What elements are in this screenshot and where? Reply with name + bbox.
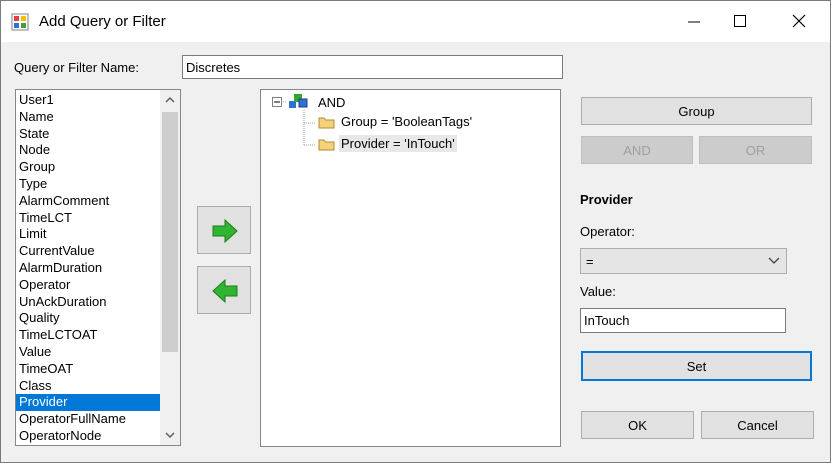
scroll-up-button[interactable]: [160, 90, 180, 110]
name-input[interactable]: [182, 55, 563, 79]
value-input[interactable]: [580, 308, 786, 333]
scroll-thumb[interactable]: [162, 112, 178, 352]
list-scrollbar[interactable]: [160, 90, 180, 445]
chevron-up-icon: [165, 96, 175, 103]
operator-label: Operator:: [580, 224, 635, 239]
or-button[interactable]: OR: [699, 136, 812, 164]
maximize-button[interactable]: [717, 1, 763, 42]
list-item[interactable]: Quality: [16, 310, 160, 327]
logic-node-icon: [289, 94, 308, 108]
close-icon: [792, 14, 806, 28]
filter-tree[interactable]: AND Group = 'BooleanTags' Provider = 'In…: [260, 89, 561, 447]
list-item[interactable]: Group: [16, 159, 160, 176]
list-item[interactable]: Class: [16, 378, 160, 395]
folder-icon: [318, 117, 335, 129]
folder-icon: [318, 139, 335, 151]
chevron-down-icon: [165, 432, 175, 439]
fields-listbox[interactable]: User1 Name State Node Group Type AlarmComment T…: [15, 89, 181, 446]
tree-node-group[interactable]: Group = 'BooleanTags': [341, 114, 472, 129]
list-item[interactable]: AlarmDuration: [16, 260, 160, 277]
list-item[interactable]: Value: [16, 344, 160, 361]
title-bar: Add Query or Filter: [1, 1, 830, 42]
operator-select[interactable]: =: [580, 248, 787, 274]
add-query-dialog: Add Query or Filter Query or Filter Name…: [0, 0, 831, 463]
list-item[interactable]: CurrentValue: [16, 243, 160, 260]
value-label: Value:: [580, 284, 616, 299]
maximize-icon: [734, 15, 746, 27]
collapse-icon[interactable]: [272, 97, 282, 107]
minimize-icon: [688, 21, 700, 23]
list-item[interactable]: User1: [16, 92, 160, 109]
group-button[interactable]: Group: [581, 97, 812, 125]
list-item[interactable]: OperatorNode: [16, 428, 160, 445]
list-item[interactable]: AlarmComment: [16, 193, 160, 210]
list-item[interactable]: Limit: [16, 226, 160, 243]
list-item[interactable]: TimeOAT: [16, 361, 160, 378]
remove-field-button[interactable]: [197, 266, 251, 314]
list-item[interactable]: Operator: [16, 277, 160, 294]
list-item[interactable]: UnAckDuration: [16, 294, 160, 311]
add-field-button[interactable]: [197, 206, 251, 254]
ok-button[interactable]: OK: [581, 411, 694, 439]
close-button[interactable]: [776, 1, 822, 42]
scroll-down-button[interactable]: [160, 425, 180, 445]
fields-list: User1 Name State Node Group Type AlarmComment T…: [16, 92, 160, 445]
minimize-button[interactable]: [671, 1, 717, 42]
arrow-right-icon: [212, 218, 238, 244]
list-item[interactable]: OperatorFullName: [16, 411, 160, 428]
list-item[interactable]: Name: [16, 109, 160, 126]
list-item[interactable]: Node: [16, 142, 160, 159]
list-item[interactable]: State: [16, 126, 160, 143]
tree-node-provider[interactable]: Provider = 'InTouch': [339, 135, 457, 152]
list-item[interactable]: TimeLCT: [16, 210, 160, 227]
tree-root-and[interactable]: AND: [318, 95, 345, 110]
condition-field-title: Provider: [580, 192, 633, 207]
cancel-button[interactable]: Cancel: [701, 411, 814, 439]
window-title: Add Query or Filter: [39, 13, 166, 30]
and-button[interactable]: AND: [581, 136, 693, 164]
list-item[interactable]: Type: [16, 176, 160, 193]
arrow-left-icon: [212, 278, 238, 304]
app-icon: [11, 13, 29, 31]
list-item[interactable]: TimeLCTOAT: [16, 327, 160, 344]
name-label: Query or Filter Name:: [14, 60, 139, 75]
operator-value: =: [586, 254, 594, 269]
chevron-down-icon: [768, 257, 780, 264]
set-button[interactable]: Set: [581, 351, 812, 381]
list-item[interactable]: Provider: [16, 394, 160, 412]
